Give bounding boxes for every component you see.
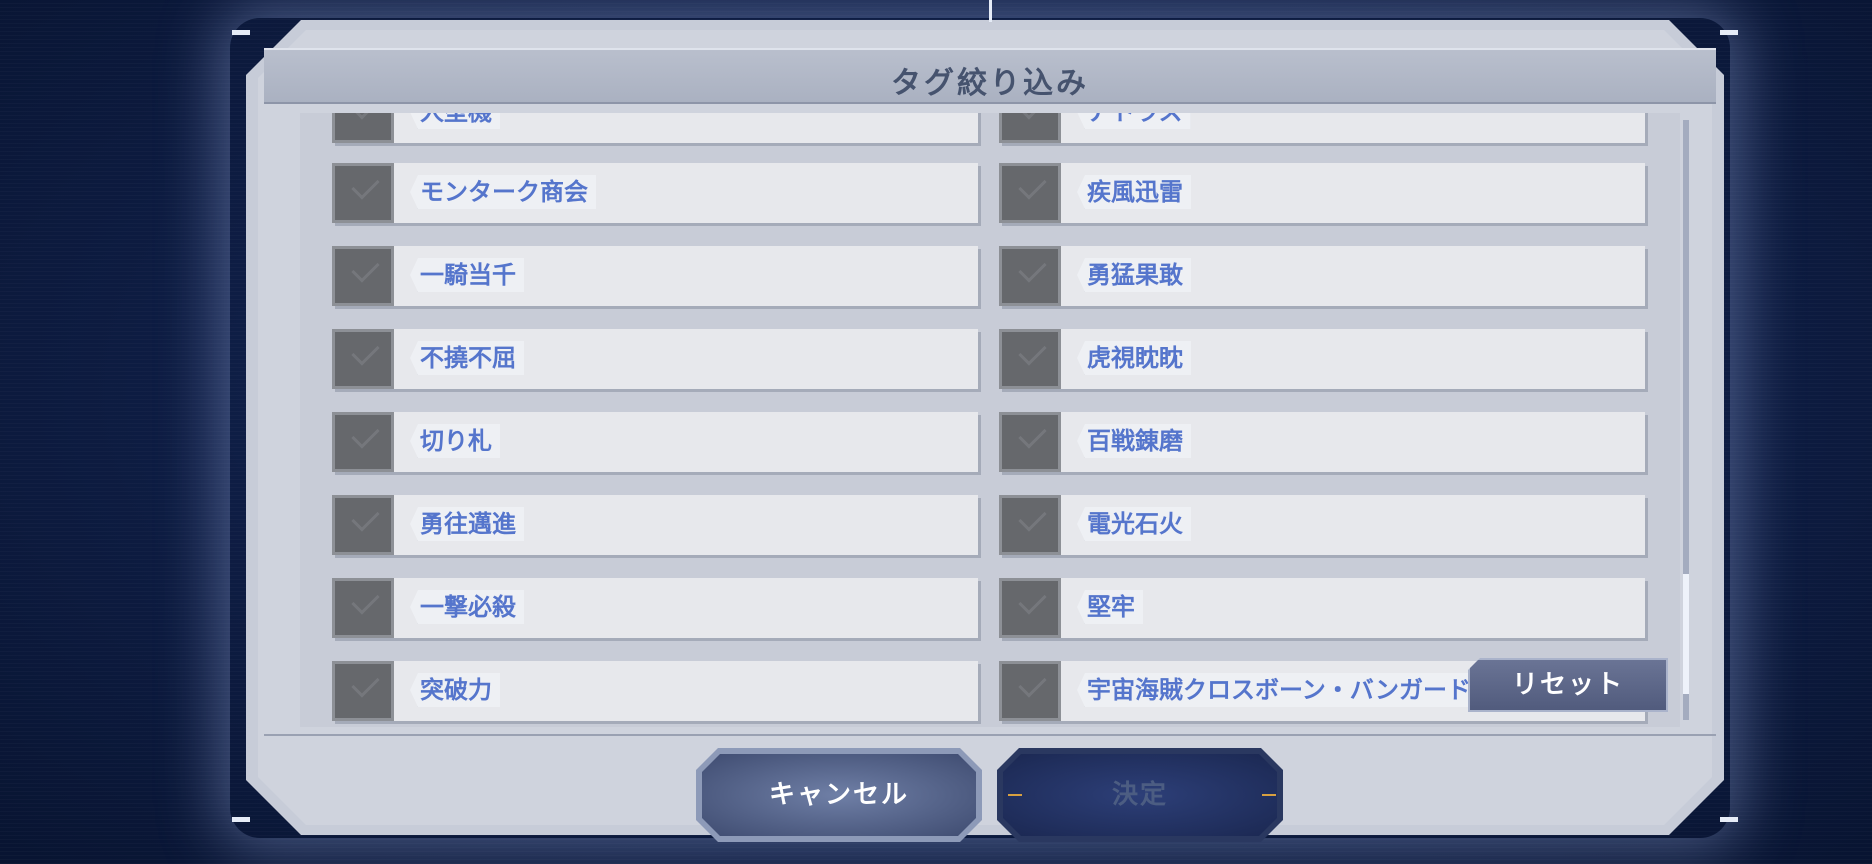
reset-button[interactable]: リセット bbox=[1468, 658, 1668, 712]
tag-checkbox[interactable] bbox=[332, 412, 394, 472]
scrollbar-thumb[interactable] bbox=[1683, 574, 1689, 694]
tag-row: 切り札 百戦錬磨 bbox=[300, 412, 1680, 472]
tag-item[interactable]: 虎視眈眈 bbox=[999, 329, 1645, 389]
tag-label: 勇猛果敢 bbox=[1077, 258, 1191, 292]
tag-item[interactable]: 疾風迅雷 bbox=[999, 163, 1645, 223]
tag-row: 不撓不屈 虎視眈眈 bbox=[300, 329, 1680, 389]
corner-mark-br bbox=[1720, 817, 1738, 822]
tag-item[interactable]: 不撓不屈 bbox=[332, 329, 978, 389]
tag-label: 電光石火 bbox=[1077, 507, 1191, 541]
tag-label: モンターク商会 bbox=[410, 175, 596, 209]
tag-label: 虎視眈眈 bbox=[1077, 341, 1191, 375]
tag-checkbox[interactable] bbox=[332, 495, 394, 555]
tag-item[interactable]: 切り札 bbox=[332, 412, 978, 472]
footer-divider bbox=[264, 734, 1716, 736]
list-scrollbar[interactable] bbox=[1683, 120, 1689, 720]
tag-label: 人型機 bbox=[410, 113, 500, 129]
tag-checkbox[interactable] bbox=[999, 578, 1061, 638]
tag-item[interactable]: アトラス bbox=[999, 113, 1645, 143]
tag-checkbox[interactable] bbox=[332, 246, 394, 306]
tag-label: 一騎当千 bbox=[410, 258, 524, 292]
tag-label: 宇宙海賊クロスボーン・バンガード bbox=[1077, 673, 1479, 707]
confirm-left-tick bbox=[1008, 794, 1022, 796]
tag-checkbox[interactable] bbox=[332, 163, 394, 223]
tag-item[interactable]: モンターク商会 bbox=[332, 163, 978, 223]
corner-mark-tl bbox=[232, 30, 250, 35]
confirm-right-tick bbox=[1262, 794, 1276, 796]
tag-label: 不撓不屈 bbox=[410, 341, 524, 375]
tag-label: アトラス bbox=[1077, 113, 1191, 129]
tag-label: 堅牢 bbox=[1077, 590, 1143, 624]
tag-label: 一撃必殺 bbox=[410, 590, 524, 624]
tag-checkbox[interactable] bbox=[332, 661, 394, 721]
tag-checkbox[interactable] bbox=[999, 661, 1061, 721]
tag-row: モンターク商会 疾風迅雷 bbox=[300, 163, 1680, 223]
corner-mark-bl bbox=[232, 817, 250, 822]
cancel-button[interactable]: キャンセル bbox=[696, 748, 982, 842]
confirm-button-label: 決定 bbox=[1003, 754, 1277, 836]
tag-item[interactable]: 百戦錬磨 bbox=[999, 412, 1645, 472]
tag-row: 勇往邁進 電光石火 bbox=[300, 495, 1680, 555]
tag-checkbox[interactable] bbox=[332, 329, 394, 389]
tag-item[interactable]: 人型機 bbox=[332, 113, 978, 143]
tag-checkbox[interactable] bbox=[999, 246, 1061, 306]
tag-row: 人型機 アトラス bbox=[300, 113, 1680, 143]
tag-label: 切り札 bbox=[410, 424, 500, 458]
tag-item[interactable]: 堅牢 bbox=[999, 578, 1645, 638]
tag-label: 勇往邁進 bbox=[410, 507, 524, 541]
dialog-header: タグ絞り込み bbox=[264, 48, 1716, 104]
tag-label: 百戦錬磨 bbox=[1077, 424, 1191, 458]
tag-checkbox[interactable] bbox=[332, 113, 394, 143]
tag-checkbox[interactable] bbox=[999, 113, 1061, 143]
tag-list[interactable]: 人型機 アトラス モンターク商会 疾風迅雷 一騎当千 勇猛果敢 不撓不屈 bbox=[300, 113, 1680, 727]
tag-item[interactable]: 突破力 bbox=[332, 661, 978, 721]
tag-row: 一騎当千 勇猛果敢 bbox=[300, 246, 1680, 306]
dialog-title: タグ絞り込み bbox=[891, 66, 1089, 101]
tag-item[interactable]: 勇猛果敢 bbox=[999, 246, 1645, 306]
tag-checkbox[interactable] bbox=[999, 495, 1061, 555]
top-center-mark bbox=[989, 0, 992, 22]
tag-item[interactable]: 一騎当千 bbox=[332, 246, 978, 306]
tag-label: 突破力 bbox=[410, 673, 500, 707]
confirm-button[interactable]: 決定 bbox=[997, 748, 1283, 842]
cancel-button-label: キャンセル bbox=[702, 754, 976, 836]
tag-checkbox[interactable] bbox=[999, 412, 1061, 472]
tag-item[interactable]: 電光石火 bbox=[999, 495, 1645, 555]
tag-label: 疾風迅雷 bbox=[1077, 175, 1191, 209]
tag-row: 一撃必殺 堅牢 bbox=[300, 578, 1680, 638]
tag-item[interactable]: 一撃必殺 bbox=[332, 578, 978, 638]
corner-mark-tr bbox=[1720, 30, 1738, 35]
tag-checkbox[interactable] bbox=[999, 163, 1061, 223]
tag-checkbox[interactable] bbox=[999, 329, 1061, 389]
tag-item[interactable]: 勇往邁進 bbox=[332, 495, 978, 555]
tag-checkbox[interactable] bbox=[332, 578, 394, 638]
